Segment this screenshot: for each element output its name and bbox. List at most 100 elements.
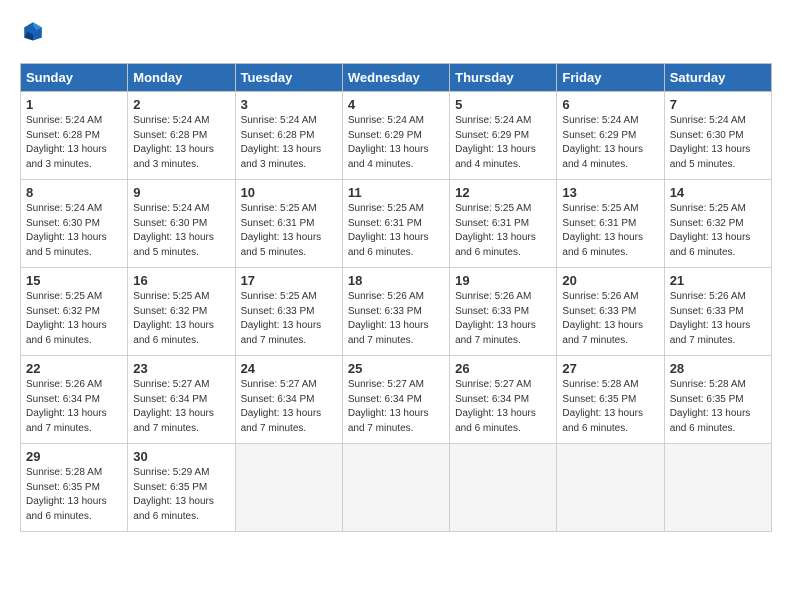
day-info: Sunrise: 5:24 AMSunset: 6:29 PMDaylight:…	[455, 114, 551, 172]
day-number: 1	[26, 97, 122, 112]
day-info: Sunrise: 5:25 AMSunset: 6:33 PMDaylight:…	[241, 290, 337, 348]
calendar-day: 27Sunrise: 5:28 AMSunset: 6:35 PMDayligh…	[557, 356, 664, 444]
day-number: 28	[670, 361, 766, 376]
calendar-day: 26Sunrise: 5:27 AMSunset: 6:34 PMDayligh…	[450, 356, 557, 444]
calendar-day: 25 Sunrise: 5:27 AMSunset: 6:34 PMDayligh…	[342, 356, 449, 444]
day-info: Sunrise: 5:24 AMSunset: 6:29 PMDaylight:…	[348, 114, 444, 172]
day-info: Sunrise: 5:28 AMSunset: 6:35 PMDaylight:…	[26, 466, 122, 524]
calendar-day	[557, 444, 664, 532]
day-number: 18	[348, 273, 444, 288]
calendar-day: 8 Sunrise: 5:24 AMSunset: 6:30 PMDaylight…	[21, 180, 128, 268]
day-info: Sunrise: 5:25 AMSunset: 6:32 PMDaylight:…	[670, 202, 766, 260]
calendar-day: 10Sunrise: 5:25 AMSunset: 6:31 PMDayligh…	[235, 180, 342, 268]
day-info: Sunrise: 5:24 AMSunset: 6:29 PMDaylight:…	[562, 114, 658, 172]
calendar-day: 5Sunrise: 5:24 AMSunset: 6:29 PMDaylight…	[450, 92, 557, 180]
day-number: 22	[26, 361, 122, 376]
day-info: Sunrise: 5:26 AMSunset: 6:34 PMDaylight:…	[26, 378, 122, 436]
day-number: 11	[348, 185, 444, 200]
day-number: 8	[26, 185, 122, 200]
day-info: Sunrise: 5:24 AMSunset: 6:30 PMDaylight:…	[670, 114, 766, 172]
calendar-header-row: SundayMondayTuesdayWednesdayThursdayFrid…	[21, 64, 772, 92]
calendar-day: 12 Sunrise: 5:25 AMSunset: 6:31 PMDayligh…	[450, 180, 557, 268]
day-info: Sunrise: 5:24 AMSunset: 6:30 PMDaylight:…	[133, 202, 229, 260]
calendar-day: 9 Sunrise: 5:24 AMSunset: 6:30 PMDaylight…	[128, 180, 235, 268]
calendar-day: 22 Sunrise: 5:26 AMSunset: 6:34 PMDayligh…	[21, 356, 128, 444]
calendar-day: 11 Sunrise: 5:25 AMSunset: 6:31 PMDayligh…	[342, 180, 449, 268]
day-number: 7	[670, 97, 766, 112]
day-number: 16	[133, 273, 229, 288]
day-info: Sunrise: 5:24 AMSunset: 6:30 PMDaylight:…	[26, 202, 122, 260]
calendar-day: 17 Sunrise: 5:25 AMSunset: 6:33 PMDayligh…	[235, 268, 342, 356]
calendar-day: 19 Sunrise: 5:26 AMSunset: 6:33 PMDayligh…	[450, 268, 557, 356]
day-info: Sunrise: 5:28 AMSunset: 6:35 PMDaylight:…	[562, 378, 658, 436]
calendar-day: 16 Sunrise: 5:25 AMSunset: 6:32 PMDayligh…	[128, 268, 235, 356]
day-number: 3	[241, 97, 337, 112]
calendar-day: 28Sunrise: 5:28 AMSunset: 6:35 PMDayligh…	[664, 356, 771, 444]
day-header: Tuesday	[235, 64, 342, 92]
day-info: Sunrise: 5:24 AMSunset: 6:28 PMDaylight:…	[26, 114, 122, 172]
day-number: 19	[455, 273, 551, 288]
day-number: 24	[241, 361, 337, 376]
day-number: 17	[241, 273, 337, 288]
day-info: Sunrise: 5:24 AMSunset: 6:28 PMDaylight:…	[133, 114, 229, 172]
day-number: 29	[26, 449, 122, 464]
day-header: Saturday	[664, 64, 771, 92]
calendar-week-row: 8 Sunrise: 5:24 AMSunset: 6:30 PMDaylight…	[21, 180, 772, 268]
day-header: Friday	[557, 64, 664, 92]
day-number: 30	[133, 449, 229, 464]
day-number: 25	[348, 361, 444, 376]
day-number: 13	[562, 185, 658, 200]
calendar-day: 3 Sunrise: 5:24 AMSunset: 6:28 PMDaylight…	[235, 92, 342, 180]
day-number: 9	[133, 185, 229, 200]
calendar-day: 7 Sunrise: 5:24 AMSunset: 6:30 PMDaylight…	[664, 92, 771, 180]
calendar-day: 21Sunrise: 5:26 AMSunset: 6:33 PMDayligh…	[664, 268, 771, 356]
day-info: Sunrise: 5:25 AMSunset: 6:32 PMDaylight:…	[26, 290, 122, 348]
calendar-day: 30 Sunrise: 5:29 AMSunset: 6:35 PMDayligh…	[128, 444, 235, 532]
calendar-day: 14 Sunrise: 5:25 AMSunset: 6:32 PMDayligh…	[664, 180, 771, 268]
calendar-day	[235, 444, 342, 532]
day-number: 2	[133, 97, 229, 112]
calendar-day: 24 Sunrise: 5:27 AMSunset: 6:34 PMDayligh…	[235, 356, 342, 444]
day-info: Sunrise: 5:29 AMSunset: 6:35 PMDaylight:…	[133, 466, 229, 524]
day-info: Sunrise: 5:27 AMSunset: 6:34 PMDaylight:…	[241, 378, 337, 436]
day-info: Sunrise: 5:26 AMSunset: 6:33 PMDaylight:…	[455, 290, 551, 348]
day-info: Sunrise: 5:25 AMSunset: 6:31 PMDaylight:…	[562, 202, 658, 260]
calendar-day: 13 Sunrise: 5:25 AMSunset: 6:31 PMDayligh…	[557, 180, 664, 268]
calendar-week-row: 22 Sunrise: 5:26 AMSunset: 6:34 PMDayligh…	[21, 356, 772, 444]
day-info: Sunrise: 5:25 AMSunset: 6:31 PMDaylight:…	[348, 202, 444, 260]
day-number: 23	[133, 361, 229, 376]
day-number: 15	[26, 273, 122, 288]
day-info: Sunrise: 5:27 AMSunset: 6:34 PMDaylight:…	[348, 378, 444, 436]
day-header: Sunday	[21, 64, 128, 92]
calendar-day: 6 Sunrise: 5:24 AMSunset: 6:29 PMDaylight…	[557, 92, 664, 180]
day-info: Sunrise: 5:27 AMSunset: 6:34 PMDaylight:…	[133, 378, 229, 436]
logo-icon	[22, 20, 44, 42]
day-header: Thursday	[450, 64, 557, 92]
day-info: Sunrise: 5:24 AMSunset: 6:28 PMDaylight:…	[241, 114, 337, 172]
calendar-day: 29 Sunrise: 5:28 AMSunset: 6:35 PMDayligh…	[21, 444, 128, 532]
calendar-day	[342, 444, 449, 532]
calendar-week-row: 1 Sunrise: 5:24 AMSunset: 6:28 PMDaylight…	[21, 92, 772, 180]
calendar-day: 20 Sunrise: 5:26 AMSunset: 6:33 PMDayligh…	[557, 268, 664, 356]
calendar-day	[664, 444, 771, 532]
day-info: Sunrise: 5:26 AMSunset: 6:33 PMDaylight:…	[562, 290, 658, 348]
day-number: 12	[455, 185, 551, 200]
calendar-day: 18 Sunrise: 5:26 AMSunset: 6:33 PMDayligh…	[342, 268, 449, 356]
day-info: Sunrise: 5:25 AMSunset: 6:31 PMDaylight:…	[455, 202, 551, 260]
day-number: 10	[241, 185, 337, 200]
calendar-week-row: 29 Sunrise: 5:28 AMSunset: 6:35 PMDayligh…	[21, 444, 772, 532]
logo	[20, 20, 50, 47]
day-info: Sunrise: 5:27 AMSunset: 6:34 PMDaylight:…	[455, 378, 551, 436]
day-info: Sunrise: 5:26 AMSunset: 6:33 PMDaylight:…	[348, 290, 444, 348]
day-header: Monday	[128, 64, 235, 92]
page-header	[20, 20, 772, 47]
calendar-day: 2 Sunrise: 5:24 AMSunset: 6:28 PMDaylight…	[128, 92, 235, 180]
calendar-day: 15 Sunrise: 5:25 AMSunset: 6:32 PMDayligh…	[21, 268, 128, 356]
day-info: Sunrise: 5:25 AMSunset: 6:32 PMDaylight:…	[133, 290, 229, 348]
calendar-table: SundayMondayTuesdayWednesdayThursdayFrid…	[20, 63, 772, 532]
day-number: 14	[670, 185, 766, 200]
calendar-week-row: 15 Sunrise: 5:25 AMSunset: 6:32 PMDayligh…	[21, 268, 772, 356]
day-number: 6	[562, 97, 658, 112]
day-number: 20	[562, 273, 658, 288]
day-number: 4	[348, 97, 444, 112]
